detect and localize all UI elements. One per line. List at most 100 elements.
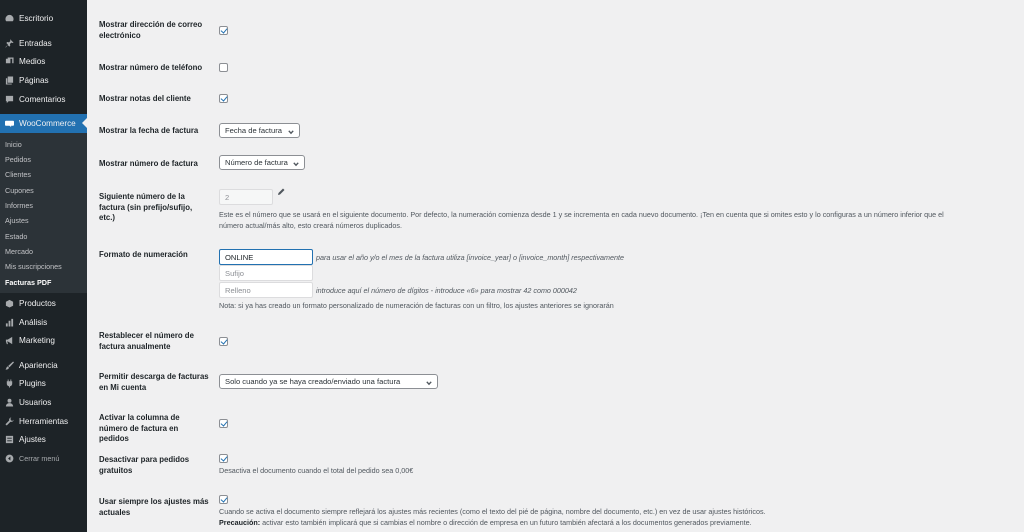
sidebar-item-label: Entradas [19,38,52,48]
show-phone-label: Mostrar número de teléfono [99,63,203,72]
sidebar-item-label: Usuarios [19,397,52,407]
sidebar-item-label: Plugins [19,378,46,388]
free-orders-label: Desactivar para pedidos gratuitos [99,455,190,475]
sidebar-item-analisis[interactable]: Análisis [0,313,87,331]
show-phone-checkbox[interactable] [219,63,228,72]
sidebar-item-marketing[interactable]: Marketing [0,331,87,349]
show-notes-checkbox[interactable] [219,94,228,103]
reset-yearly-label: Restablecer el número de factura anualme… [99,331,194,351]
reset-yearly-checkbox[interactable] [219,337,228,346]
comments-icon [5,95,14,104]
sidebar-item-usuarios[interactable]: Usuarios [0,393,87,411]
orders-column-label: Activar la columna de número de factura … [99,413,180,443]
sidebar-item-escritorio[interactable]: Escritorio [0,9,87,27]
sidebar-item-label: Medios [19,56,46,66]
settings-icon [5,435,14,444]
sidebar-item-ajustes[interactable]: Ajustes [0,430,87,448]
chevron-down-icon [288,128,294,135]
sidebar-item-woocommerce[interactable]: WooCommerce [0,114,87,133]
padding-input[interactable]: Relleno [219,282,313,298]
sidebar-item-label: Cerrar menú [19,453,60,463]
next-number-description-line-2: número actual/más alto, esto creará núme… [219,221,402,230]
invoice-date-value: Fecha de factura [225,126,282,135]
next-number-input[interactable]: 2 [219,189,273,205]
sidebar-item-plugins[interactable]: Plugins [0,374,87,392]
free-orders-checkbox[interactable] [219,454,228,463]
invoice-settings-form: Mostrar dirección de correo electrónico … [87,0,1024,532]
sidebar-item-label: Marketing [19,335,55,345]
sidebar-item-label: Análisis [19,317,48,327]
sidebar-item-label: Comentarios [19,94,66,104]
next-number-description-line-1: Este es el número que se usará en el sig… [219,210,944,219]
woocommerce-icon [5,119,14,128]
collapse-menu-button[interactable]: Cerrar menú [0,449,87,467]
sidebar-item-label: WooCommerce [19,119,76,128]
analytics-icon [5,318,14,327]
admin-sidebar: Escritorio Entradas Medios Páginas Comen… [0,0,87,532]
sidebar-item-label: Escritorio [19,13,54,23]
show-email-label: Mostrar dirección de correo electrónico [99,20,203,40]
number-format-note: Nota: si ya has creado un formato person… [219,301,614,310]
pages-icon [5,75,14,85]
invoice-date-select[interactable]: Fecha de factura [219,123,300,138]
tools-icon [5,416,14,426]
sidebar-item-entradas[interactable]: Entradas [0,34,87,52]
show-email-checkbox[interactable] [219,26,228,35]
submenu-item-estado[interactable]: Estado [5,232,27,241]
submenu-item-inicio[interactable]: Inicio [5,140,22,149]
sidebar-item-label: Herramientas [19,416,69,426]
products-icon [5,299,14,308]
prefix-input[interactable]: ONLINE [219,249,313,265]
my-account-value: Solo cuando ya se haya creado/enviado un… [225,377,401,386]
invoice-date-label: Mostrar la fecha de factura [99,126,199,135]
collapse-icon [5,454,14,463]
media-icon [5,56,14,66]
plugins-icon [5,378,14,388]
submenu-item-ajustes[interactable]: Ajustes [5,216,29,225]
sidebar-item-herramientas[interactable]: Herramientas [0,412,87,430]
dashboard-icon [5,14,14,23]
free-orders-description: Desactiva el documento cuando el total d… [219,466,414,475]
suffix-input[interactable]: Sufijo [219,265,313,281]
chevron-down-icon [293,160,299,167]
next-number-label: Siguiente número de la factura (sin pref… [99,192,193,222]
submenu-item-informes[interactable]: Informes [5,201,33,210]
latest-settings-checkbox[interactable] [219,495,228,504]
number-format-label: Formato de numeración [99,250,188,259]
chevron-down-icon [426,379,432,386]
latest-settings-label: Usar siempre los ajustes más actuales [99,497,209,517]
sidebar-item-paginas[interactable]: Páginas [0,71,87,89]
warning-text: activar esto también implicará que si ca… [260,518,752,527]
submenu-item-facturas-pdf[interactable]: Facturas PDF [5,278,51,287]
sidebar-item-productos[interactable]: Productos [0,294,87,312]
padding-description: introduce aquí el número de dígitos - in… [316,286,577,295]
sidebar-item-medios[interactable]: Medios [0,52,87,70]
my-account-label: Permitir descarga de facturas en Mi cuen… [99,372,209,392]
invoice-number-label: Mostrar número de factura [99,159,198,168]
sidebar-item-label: Apariencia [19,360,58,370]
submenu-item-mis-suscripciones[interactable]: Mis suscripciones [5,262,62,271]
sidebar-item-comentarios[interactable]: Comentarios [0,90,87,108]
submenu-item-mercado[interactable]: Mercado [5,247,33,256]
submenu-item-pedidos[interactable]: Pedidos [5,155,31,164]
warning-label: Precaución: [219,518,261,527]
submenu-item-cupones[interactable]: Cupones [5,186,34,195]
pin-icon [5,38,14,48]
megaphone-icon [5,336,14,345]
orders-column-checkbox[interactable] [219,419,228,428]
latest-settings-warning: Precaución: activar esto también implica… [219,517,752,528]
users-icon [5,398,14,407]
sidebar-item-apariencia[interactable]: Apariencia [0,356,87,374]
invoice-number-select[interactable]: Número de factura [219,155,305,170]
sidebar-item-label: Ajustes [19,434,46,444]
sidebar-item-label: Páginas [19,75,49,85]
woocommerce-submenu: Inicio Pedidos Clientes Cupones Informes… [0,133,87,293]
submenu-item-clientes[interactable]: Clientes [5,170,31,179]
sidebar-item-label: Productos [19,298,56,308]
show-notes-label: Mostrar notas del cliente [99,94,191,103]
brush-icon [5,360,14,370]
invoice-number-value: Número de factura [225,158,288,167]
my-account-select[interactable]: Solo cuando ya se haya creado/enviado un… [219,374,438,389]
prefix-description: para usar el año y/o el mes de la factur… [316,253,625,262]
pencil-icon[interactable] [277,188,285,196]
